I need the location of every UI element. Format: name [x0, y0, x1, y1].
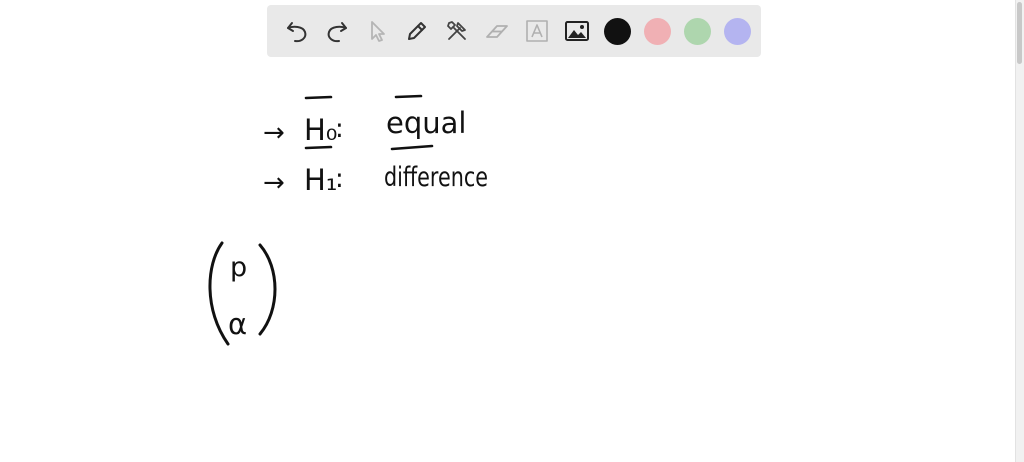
- colon-line-2: :: [335, 164, 344, 194]
- drawing-canvas[interactable]: → H₀ : equal → H₁ : difference p α: [0, 0, 1016, 462]
- equal-overline: [394, 94, 423, 99]
- vertical-scrollbar[interactable]: [1015, 0, 1024, 462]
- h0-overline: [304, 95, 333, 100]
- arrow-line-1: →: [263, 118, 285, 148]
- difference-overline: [390, 144, 434, 151]
- alpha-symbol: α: [228, 307, 247, 341]
- whiteboard-app: → H₀ : equal → H₁ : difference p α: [0, 0, 1024, 462]
- h1-label: H₁: [304, 163, 337, 197]
- p-symbol: p: [230, 252, 247, 283]
- h1-overline: [304, 145, 333, 150]
- difference-text: difference: [384, 162, 488, 193]
- left-parenthesis: [208, 241, 230, 346]
- h0-label: H₀: [304, 113, 337, 147]
- right-parenthesis: [258, 243, 277, 336]
- equal-text: equal: [386, 106, 466, 140]
- colon-line-1: :: [335, 114, 344, 144]
- arrow-line-2: →: [263, 168, 285, 198]
- scrollbar-thumb[interactable]: [1017, 2, 1022, 64]
